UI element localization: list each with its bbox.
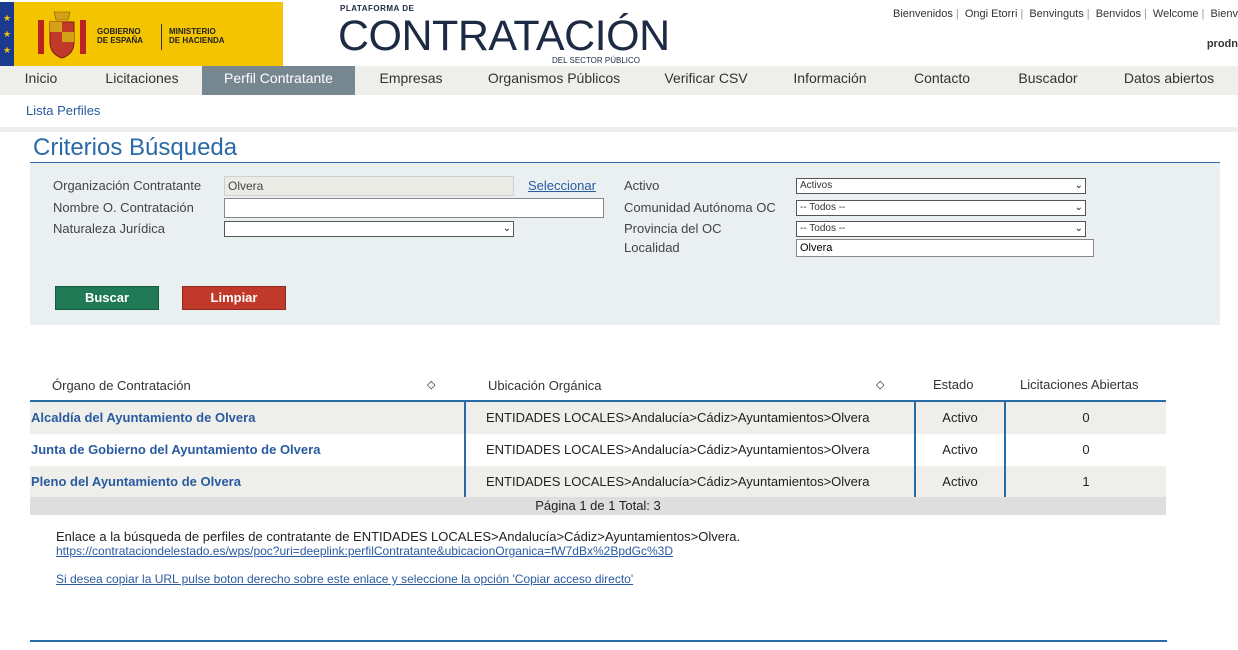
user-label: prodn bbox=[1206, 38, 1238, 50]
sort-ubicacion-icon[interactable]: ◇ bbox=[876, 378, 884, 391]
subnav-lista-perfiles[interactable]: Lista Perfiles bbox=[26, 103, 100, 118]
nav-verificar-csv[interactable]: Verificar CSV bbox=[658, 66, 754, 95]
chevron-down-icon: ⌄ bbox=[1074, 223, 1083, 234]
logo-divider bbox=[161, 24, 162, 50]
copy-url-hint-link[interactable]: Si desea copiar la URL pulse boton derec… bbox=[56, 572, 633, 586]
comunidad-autonoma-label: Comunidad Autónoma OC bbox=[624, 200, 776, 215]
column-separator bbox=[464, 434, 466, 466]
buscar-button[interactable]: Buscar bbox=[55, 286, 159, 310]
ministerio-label: MINISTERIO DE HACIENDA bbox=[169, 27, 225, 45]
chevron-down-icon: ⌄ bbox=[1074, 202, 1083, 213]
brand-main-text: CONTRATACIÓN bbox=[338, 12, 670, 60]
lang-welcome[interactable]: Welcome bbox=[1153, 8, 1199, 20]
table-row: Alcaldía del Ayuntamiento de Olvera ENTI… bbox=[30, 402, 1166, 434]
pagination: Página 1 de 1 Total: 3 bbox=[30, 497, 1166, 515]
licitaciones-cell: 0 bbox=[1082, 442, 1090, 457]
footer-rule bbox=[30, 640, 1167, 642]
estado-cell: Activo bbox=[942, 474, 978, 489]
lang-bienv[interactable]: Bienv bbox=[1210, 8, 1238, 20]
nav-licitaciones[interactable]: Licitaciones bbox=[100, 66, 184, 95]
gobierno-label: GOBIERNO DE ESPAÑA bbox=[97, 27, 144, 45]
language-selector: Bienvenidos | Ongi Etorri | Benvinguts | Be… bbox=[892, 8, 1238, 20]
nav-empresas[interactable]: Empresas bbox=[372, 66, 450, 95]
table-row: Pleno del Ayuntamiento de Olvera ENTIDAD… bbox=[30, 466, 1166, 498]
provincia-value: -- Todos -- bbox=[800, 223, 846, 234]
org-contratante-label: Organización Contratante bbox=[53, 178, 202, 193]
naturaleza-juridica-select[interactable]: ⌄ bbox=[224, 221, 514, 237]
provincia-label: Provincia del OC bbox=[624, 221, 722, 236]
estado-cell: Activo bbox=[942, 442, 978, 457]
localidad-field[interactable] bbox=[796, 239, 1094, 257]
column-separator bbox=[464, 402, 466, 434]
organo-link[interactable]: Pleno del Ayuntamiento de Olvera bbox=[31, 466, 241, 498]
chevron-down-icon: ⌄ bbox=[1074, 180, 1083, 191]
provincia-select[interactable]: -- Todos -- ⌄ bbox=[796, 221, 1086, 237]
nav-organismos-publicos[interactable]: Organismos Públicos bbox=[484, 66, 624, 95]
header-licitaciones: Licitaciones Abiertas bbox=[1020, 377, 1139, 392]
ubicacion-cell: ENTIDADES LOCALES>Andalucía>Cádiz>Ayunta… bbox=[486, 442, 870, 457]
organo-link[interactable]: Junta de Gobierno del Ayuntamiento de Ol… bbox=[31, 434, 320, 466]
nav-inicio[interactable]: Inicio bbox=[16, 66, 66, 95]
brand-bottom-text: DEL SECTOR PÚBLICO bbox=[552, 56, 641, 65]
organo-link[interactable]: Alcaldía del Ayuntamiento de Olvera bbox=[31, 402, 255, 434]
org-contratante-field[interactable] bbox=[224, 176, 514, 196]
coat-of-arms-icon bbox=[38, 11, 86, 59]
deeplink-description: Enlace a la búsqueda de perfiles de cont… bbox=[56, 529, 741, 544]
nav-datos-abiertos[interactable]: Datos abiertos bbox=[1118, 66, 1220, 95]
gobierno-espana-logo[interactable]: ★ ★ ★ GOBIERNO DE ESPAÑA MINISTERIO DE H… bbox=[0, 2, 283, 66]
nombre-contratacion-field[interactable] bbox=[224, 198, 604, 218]
licitaciones-cell: 0 bbox=[1082, 410, 1090, 425]
column-separator bbox=[464, 466, 466, 498]
comunidad-autonoma-select[interactable]: -- Todos -- ⌄ bbox=[796, 200, 1086, 216]
header-organo[interactable]: Órgano de Contratación bbox=[52, 378, 191, 393]
seleccionar-link[interactable]: Seleccionar bbox=[528, 178, 596, 193]
activo-select[interactable]: Activos ⌄ bbox=[796, 178, 1086, 194]
header-ubicacion[interactable]: Ubicación Orgánica bbox=[488, 378, 601, 393]
naturaleza-juridica-label: Naturaleza Jurídica bbox=[53, 221, 165, 236]
header: ★ ★ ★ GOBIERNO DE ESPAÑA MINISTERIO DE H… bbox=[0, 0, 1238, 66]
deeplink-url[interactable]: https://contrataciondelestado.es/wps/poc… bbox=[56, 544, 673, 558]
nav-contacto[interactable]: Contacto bbox=[906, 66, 978, 95]
comunidad-autonoma-value: -- Todos -- bbox=[800, 202, 846, 213]
criteria-title: Criterios Búsqueda bbox=[33, 134, 238, 161]
ubicacion-cell: ENTIDADES LOCALES>Andalucía>Cádiz>Ayunta… bbox=[486, 410, 870, 425]
nav-informacion[interactable]: Información bbox=[786, 66, 874, 95]
main-nav: Inicio Licitaciones Perfil Contratante E… bbox=[0, 66, 1238, 95]
lang-bienvenidos[interactable]: Bienvenidos bbox=[893, 8, 953, 20]
lang-ongi-etorri[interactable]: Ongi Etorri bbox=[965, 8, 1018, 20]
ubicacion-cell: ENTIDADES LOCALES>Andalucía>Cádiz>Ayunta… bbox=[486, 474, 870, 489]
sort-organo-icon[interactable]: ◇ bbox=[427, 378, 435, 391]
activo-value: Activos bbox=[800, 180, 833, 191]
activo-label: Activo bbox=[624, 178, 660, 193]
lang-benvinguts[interactable]: Benvinguts bbox=[1029, 8, 1083, 20]
eu-flag-icon: ★ ★ ★ bbox=[0, 2, 14, 66]
chevron-down-icon: ⌄ bbox=[502, 223, 511, 234]
plataforma-contratacion-logo[interactable]: PLATAFORMA DE CONTRATACIÓN DEL SECTOR PÚ… bbox=[338, 4, 670, 66]
lang-benvidos[interactable]: Benvidos bbox=[1096, 8, 1141, 20]
nombre-contratacion-label: Nombre O. Contratación bbox=[53, 200, 194, 215]
nav-perfil-contratante[interactable]: Perfil Contratante bbox=[202, 66, 355, 95]
limpiar-button[interactable]: Limpiar bbox=[182, 286, 286, 310]
table-row: Junta de Gobierno del Ayuntamiento de Ol… bbox=[30, 434, 1166, 466]
localidad-label: Localidad bbox=[624, 240, 680, 255]
nav-buscador[interactable]: Buscador bbox=[1010, 66, 1086, 95]
section-divider bbox=[0, 127, 1238, 132]
estado-cell: Activo bbox=[942, 410, 978, 425]
licitaciones-cell: 1 bbox=[1082, 474, 1090, 489]
header-estado: Estado bbox=[933, 377, 974, 392]
